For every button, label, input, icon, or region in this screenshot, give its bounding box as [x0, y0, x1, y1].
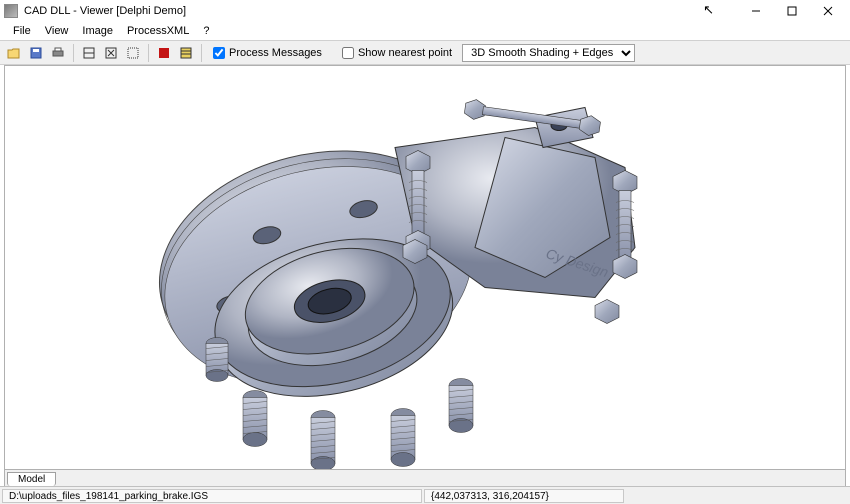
print-icon[interactable]	[48, 43, 68, 63]
shading-mode-dropdown[interactable]: 3D Smooth Shading + Edges	[462, 44, 635, 62]
menu-help[interactable]: ?	[196, 24, 216, 38]
menu-processxml[interactable]: ProcessXML	[120, 24, 196, 38]
status-file-path: D:\uploads_files_198141_parking_brake.IG…	[2, 489, 422, 503]
3d-viewport[interactable]: Cy Design	[4, 65, 846, 470]
process-messages-checkbox[interactable]: Process Messages	[213, 47, 322, 59]
app-icon	[4, 4, 18, 18]
minimize-button[interactable]	[738, 1, 774, 21]
color-swatch-icon[interactable]	[154, 43, 174, 63]
layers-icon[interactable]	[176, 43, 196, 63]
open-file-icon[interactable]	[4, 43, 24, 63]
zoom-window-icon[interactable]	[123, 43, 143, 63]
fit-width-icon[interactable]	[79, 43, 99, 63]
window-title: CAD DLL - Viewer [Delphi Demo]	[24, 5, 738, 17]
save-icon[interactable]	[26, 43, 46, 63]
maximize-button[interactable]	[774, 1, 810, 21]
zoom-extents-icon[interactable]	[101, 43, 121, 63]
close-button[interactable]	[810, 1, 846, 21]
toolbar-separator	[148, 44, 149, 62]
toolbar-separator	[73, 44, 74, 62]
menu-file[interactable]: File	[6, 24, 38, 38]
menu-view[interactable]: View	[38, 24, 76, 38]
show-nearest-checkbox[interactable]: Show nearest point	[342, 47, 452, 59]
status-coordinates: {442,037313, 316,204157}	[424, 489, 624, 503]
menu-image[interactable]: Image	[75, 24, 120, 38]
process-messages-label: Process Messages	[229, 47, 322, 59]
toolbar-separator	[201, 44, 202, 62]
tab-model[interactable]: Model	[7, 472, 56, 486]
show-nearest-label: Show nearest point	[358, 47, 452, 59]
